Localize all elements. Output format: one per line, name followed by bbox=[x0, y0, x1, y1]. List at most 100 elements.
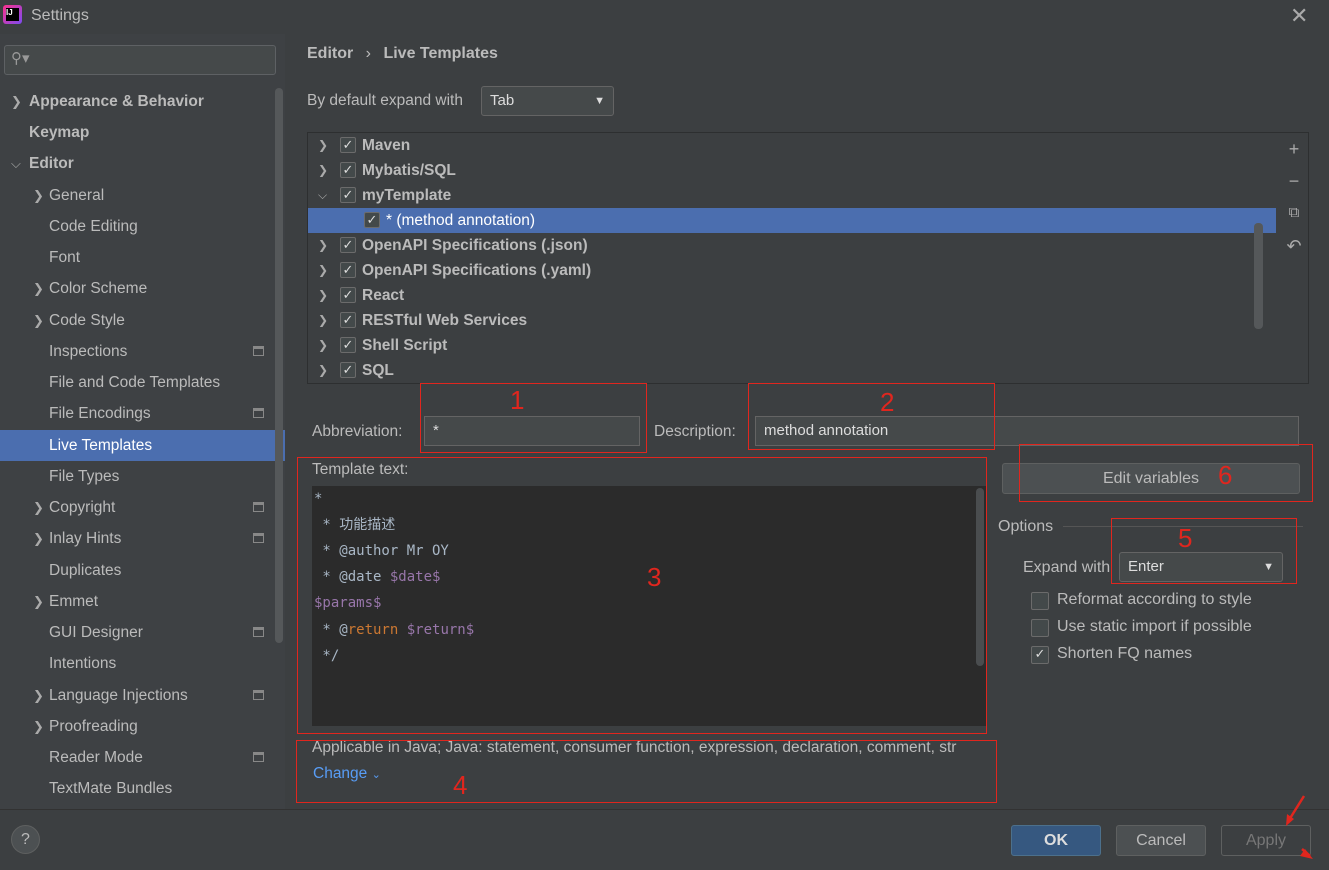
template-row[interactable]: ⌵ ✓ myTemplate bbox=[308, 183, 1276, 208]
template-row[interactable]: ❯ ✓ RESTful Web Services bbox=[308, 308, 1276, 333]
template-label: OpenAPI Specifications (.json) bbox=[362, 237, 588, 254]
checkbox[interactable] bbox=[1031, 619, 1049, 637]
option-label: Reformat according to style bbox=[1057, 591, 1252, 608]
sidebar-item[interactable]: ❯ Emmet bbox=[0, 586, 285, 617]
sidebar-item-label: Duplicates bbox=[49, 562, 122, 579]
expand-default-select[interactable]: Tab ▼ bbox=[481, 86, 614, 116]
chevron-right-icon: ❯ bbox=[318, 338, 329, 352]
sidebar-item[interactable]: File Types bbox=[0, 461, 285, 492]
template-row[interactable]: ❯ ✓ React bbox=[308, 283, 1276, 308]
sidebar-item-label: Color Scheme bbox=[49, 280, 148, 297]
checkbox[interactable]: ✓ bbox=[1031, 646, 1049, 664]
sidebar-item[interactable]: ❯ General bbox=[0, 180, 285, 211]
chevron-right-icon: ❯ bbox=[33, 719, 44, 734]
sidebar-item[interactable]: ❯ Copyright bbox=[0, 492, 285, 523]
sidebar-item-label: Editor bbox=[29, 155, 74, 172]
close-icon[interactable]: ✕ bbox=[1290, 3, 1308, 29]
template-checkbox[interactable]: ✓ bbox=[340, 337, 356, 353]
expand-default-label: By default expand with bbox=[307, 92, 463, 109]
template-checkbox[interactable]: ✓ bbox=[340, 362, 356, 378]
add-icon[interactable]: + bbox=[1284, 139, 1304, 159]
sidebar-item[interactable]: Inspections bbox=[0, 336, 285, 367]
sidebar-item[interactable]: ⌵ Editor bbox=[0, 148, 285, 179]
remove-icon[interactable]: − bbox=[1284, 171, 1304, 191]
description-label: Description: bbox=[654, 423, 736, 440]
sidebar-item[interactable]: Font bbox=[0, 242, 285, 273]
sidebar-item[interactable]: ❯ Language Injections bbox=[0, 680, 285, 711]
sidebar-item[interactable]: File and Code Templates bbox=[0, 367, 285, 398]
sidebar-item[interactable]: ❯ Inlay Hints bbox=[0, 523, 285, 554]
chevron-down-icon: ⌵ bbox=[11, 156, 21, 171]
chevron-right-icon: ❯ bbox=[318, 263, 329, 277]
sidebar-scrollbar[interactable] bbox=[275, 88, 283, 643]
chevron-right-icon: ❯ bbox=[33, 531, 44, 546]
annotation-box-2 bbox=[748, 383, 995, 450]
template-row[interactable]: ❯ ✓ SQL bbox=[308, 358, 1276, 383]
sidebar-item-label: Code Editing bbox=[49, 218, 138, 235]
sidebar-item-label: Intentions bbox=[49, 655, 117, 672]
sidebar-item[interactable]: Intentions bbox=[0, 648, 285, 679]
chevron-right-icon: ❯ bbox=[33, 281, 44, 296]
annotation-6: 6 bbox=[1218, 460, 1233, 490]
template-checkbox[interactable]: ✓ bbox=[340, 287, 356, 303]
template-row[interactable]: ❯ ✓ OpenAPI Specifications (.json) bbox=[308, 233, 1276, 258]
template-label: Maven bbox=[362, 137, 411, 154]
sidebar-item-label: Font bbox=[49, 249, 81, 266]
sidebar-item[interactable]: ❯ Code Style bbox=[0, 305, 285, 336]
sidebar-item[interactable]: Live Templates bbox=[0, 430, 285, 461]
template-row[interactable]: ❯ ✓ OpenAPI Specifications (.yaml) bbox=[308, 258, 1276, 283]
project-settings-icon bbox=[253, 346, 264, 356]
sidebar-item-label: General bbox=[49, 187, 105, 204]
template-checkbox[interactable]: ✓ bbox=[340, 312, 356, 328]
chevron-right-icon: ❯ bbox=[318, 288, 329, 302]
checkbox[interactable] bbox=[1031, 592, 1049, 610]
revert-icon[interactable]: ↶ bbox=[1284, 236, 1304, 256]
template-row[interactable]: ❯ ✓ Maven bbox=[308, 133, 1276, 158]
template-checkbox[interactable]: ✓ bbox=[340, 262, 356, 278]
template-row[interactable]: ✓ * (method annotation) bbox=[308, 208, 1276, 233]
template-label: React bbox=[362, 287, 405, 304]
sidebar-item[interactable]: Reader Mode bbox=[0, 742, 285, 773]
chevron-right-icon: ❯ bbox=[318, 363, 329, 377]
ok-button[interactable]: OK bbox=[1011, 825, 1101, 856]
sidebar-item[interactable]: ❯ Appearance & Behavior bbox=[0, 86, 285, 117]
project-settings-icon bbox=[253, 690, 264, 700]
sidebar-item[interactable]: Keymap bbox=[0, 117, 285, 148]
cancel-button[interactable]: Cancel bbox=[1116, 825, 1206, 856]
template-checkbox[interactable]: ✓ bbox=[340, 187, 356, 203]
chevron-right-icon: ❯ bbox=[33, 188, 44, 203]
breadcrumb: Editor › Live Templates bbox=[307, 45, 498, 63]
annotation-3: 3 bbox=[647, 562, 662, 592]
copy-icon[interactable]: ⧉ bbox=[1284, 203, 1304, 223]
sidebar-item[interactable]: ❯ Color Scheme bbox=[0, 273, 285, 304]
project-settings-icon bbox=[253, 627, 264, 637]
breadcrumb-parent[interactable]: Editor bbox=[307, 45, 353, 62]
sidebar-item[interactable]: GUI Designer bbox=[0, 617, 285, 648]
annotation-box-6 bbox=[1019, 444, 1313, 502]
option-label: Shorten FQ names bbox=[1057, 645, 1193, 662]
search-input[interactable]: ⚲▾ bbox=[4, 45, 276, 75]
annotation-2: 2 bbox=[880, 387, 895, 417]
sidebar-item[interactable]: TextMate Bundles bbox=[0, 773, 285, 804]
chevron-right-icon: ❯ bbox=[318, 163, 329, 177]
annotation-box-1 bbox=[420, 383, 647, 453]
help-button[interactable]: ? bbox=[11, 825, 40, 854]
template-checkbox[interactable]: ✓ bbox=[340, 162, 356, 178]
sidebar-item[interactable]: Code Editing bbox=[0, 211, 285, 242]
sidebar-item-label: Code Style bbox=[49, 312, 125, 329]
abbreviation-label: Abbreviation: bbox=[312, 423, 403, 440]
template-checkbox[interactable]: ✓ bbox=[340, 137, 356, 153]
sidebar-item[interactable]: File Encodings bbox=[0, 398, 285, 429]
chevron-right-icon: ❯ bbox=[318, 313, 329, 327]
sidebar-item[interactable]: ❯ Proofreading bbox=[0, 711, 285, 742]
chevron-right-icon: ❯ bbox=[318, 138, 329, 152]
template-row[interactable]: ❯ ✓ Shell Script bbox=[308, 333, 1276, 358]
template-label: RESTful Web Services bbox=[362, 312, 528, 329]
sidebar-item-label: File and Code Templates bbox=[49, 374, 221, 391]
sidebar-item[interactable]: Duplicates bbox=[0, 555, 285, 586]
template-label: Mybatis/SQL bbox=[362, 162, 456, 179]
template-checkbox[interactable]: ✓ bbox=[340, 237, 356, 253]
tree-scrollbar[interactable] bbox=[1254, 223, 1263, 329]
template-checkbox[interactable]: ✓ bbox=[364, 212, 380, 228]
template-row[interactable]: ❯ ✓ Mybatis/SQL bbox=[308, 158, 1276, 183]
